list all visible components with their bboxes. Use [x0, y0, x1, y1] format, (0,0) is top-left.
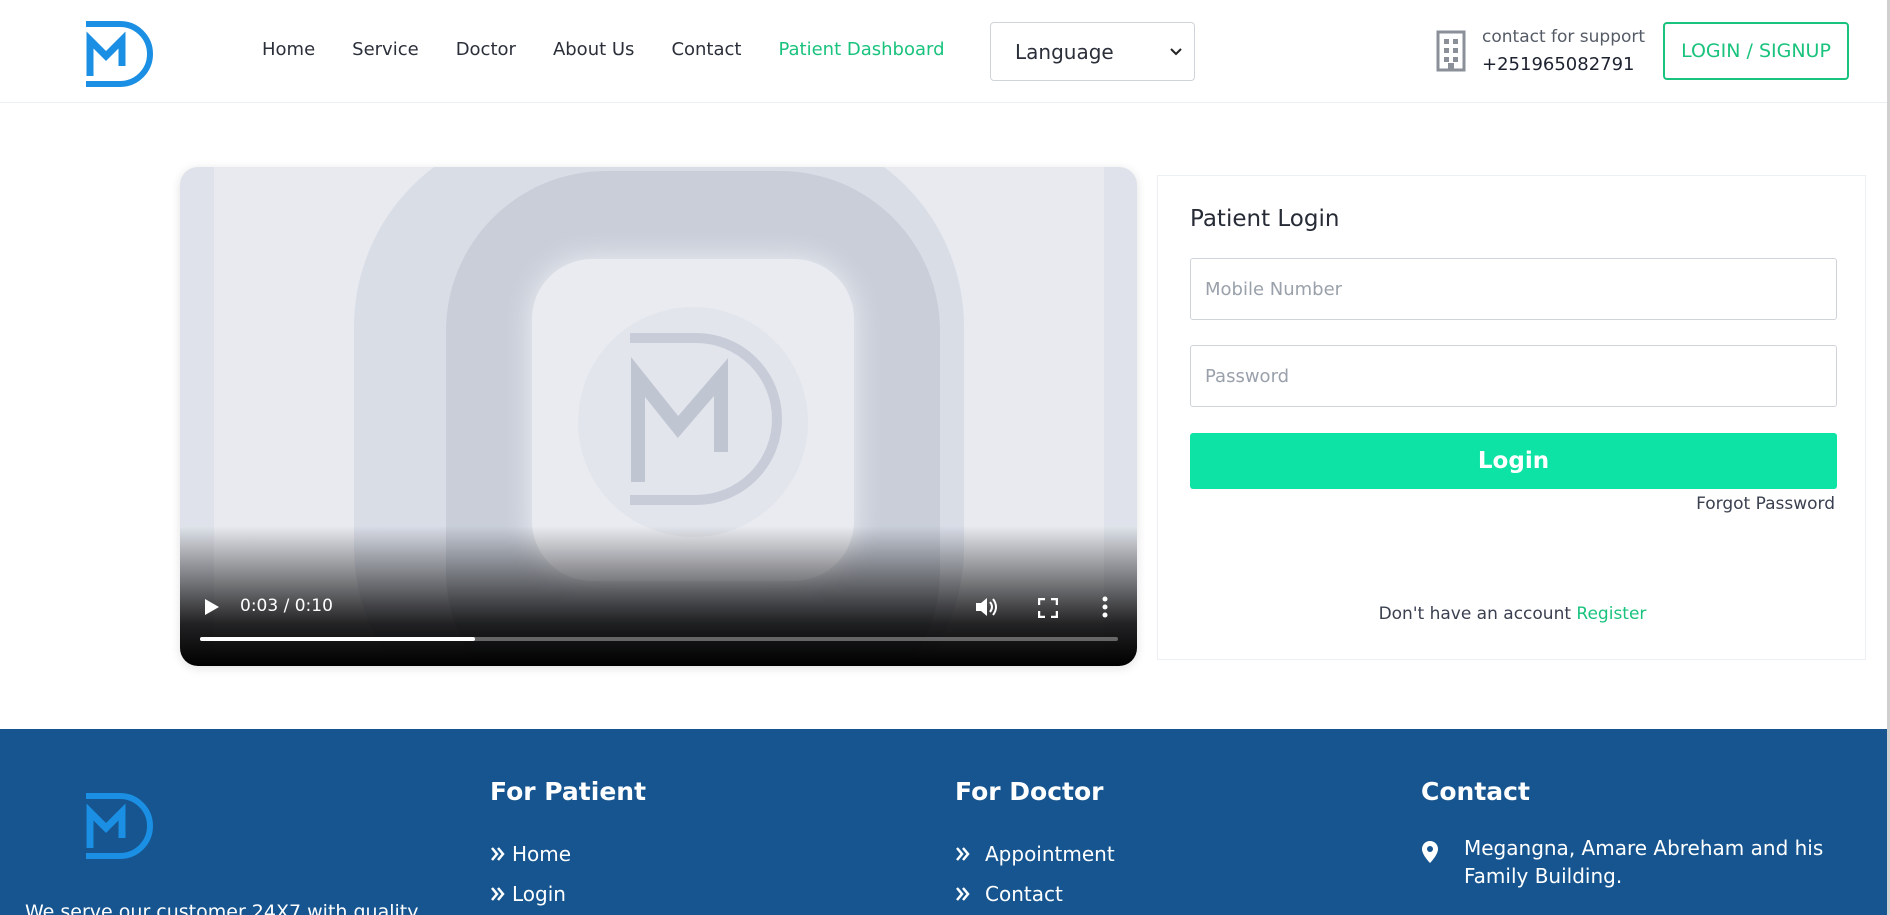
footer-for-doctor: For Doctor Appointment Contact [955, 776, 1115, 914]
address-line-1: Megangna, Amare Abreham and his [1464, 836, 1824, 860]
no-account-text: Don't have an account [1378, 604, 1572, 624]
double-chevron-right-icon [956, 847, 970, 861]
site-footer: We serve our customer 24X7 with quality … [0, 729, 1887, 915]
footer-contact: Contact Megangna, Amare Abreham and his … [1421, 776, 1824, 890]
footer-contact-title: Contact [1421, 777, 1530, 806]
login-title: Patient Login [1190, 206, 1340, 232]
intro-video-player[interactable]: 0:03 / 0:10 [180, 167, 1137, 666]
support-label: contact for support [1482, 27, 1646, 47]
video-time: 0:03 / 0:10 [240, 596, 333, 616]
mobile-number-input[interactable] [1190, 258, 1837, 320]
register-link[interactable]: Register [1576, 604, 1646, 624]
volume-icon[interactable] [975, 596, 999, 618]
footer-link-label: Contact [985, 882, 1063, 906]
video-controls: 0:03 / 0:10 [180, 586, 1137, 666]
register-prompt: Don't have an account Register [1158, 604, 1867, 624]
footer-link-label: Appointment [985, 842, 1115, 866]
footer-address: Megangna, Amare Abreham and his Family B… [1421, 834, 1824, 890]
nav-service[interactable]: Service [352, 38, 419, 62]
double-chevron-right-icon [491, 847, 505, 861]
md-logo-icon[interactable] [82, 792, 156, 860]
md-logo-icon[interactable] [82, 20, 156, 88]
footer-for-patient: For Patient Home Login [490, 776, 646, 914]
play-icon[interactable] [204, 598, 220, 616]
chevron-down-icon [1170, 47, 1182, 55]
site-header: Home Service Doctor About Us Contact Pat… [0, 0, 1890, 103]
login-signup-button[interactable]: LOGIN / SIGNUP [1663, 22, 1849, 80]
nav-about-us[interactable]: About Us [553, 38, 635, 62]
nav-patient-dashboard[interactable]: Patient Dashboard [778, 38, 944, 62]
support-contact: contact for support +251965082791 [1434, 26, 1645, 78]
double-chevron-right-icon [491, 887, 505, 901]
support-phone[interactable]: +251965082791 [1482, 52, 1645, 78]
video-progress-fill [200, 637, 476, 641]
footer-link-label: Login [512, 882, 566, 906]
nav-doctor[interactable]: Doctor [456, 38, 516, 62]
footer-link-label: Home [512, 842, 572, 866]
md-logo-watermark-icon [630, 333, 782, 505]
fullscreen-icon[interactable] [1038, 598, 1058, 618]
building-icon [1436, 30, 1466, 72]
double-chevron-right-icon [956, 887, 970, 901]
forgot-password-link[interactable]: Forgot Password [1696, 494, 1835, 514]
footer-link-contact[interactable]: Contact [955, 874, 1115, 914]
footer-link-login[interactable]: Login [490, 874, 646, 914]
patient-login-card: Patient Login Login Forgot Password Don'… [1157, 175, 1866, 660]
footer-link-home[interactable]: Home [490, 834, 646, 874]
language-select-value: Language [1015, 39, 1114, 64]
more-options-icon[interactable] [1102, 596, 1108, 618]
footer-for-patient-title: For Patient [490, 777, 647, 806]
nav-contact[interactable]: Contact [671, 38, 741, 62]
login-submit-button[interactable]: Login [1190, 433, 1837, 489]
footer-tagline: We serve our customer 24X7 with quality [25, 901, 419, 915]
map-pin-icon [1422, 841, 1438, 863]
password-input[interactable] [1190, 345, 1837, 407]
main-nav: Home Service Doctor About Us Contact Pat… [262, 38, 982, 62]
address-line-2: Family Building. [1464, 864, 1623, 888]
footer-link-appointment[interactable]: Appointment [955, 834, 1115, 874]
video-progress-bar[interactable] [200, 637, 1118, 641]
language-select[interactable]: Language [990, 22, 1195, 81]
footer-for-doctor-title: For Doctor [955, 777, 1104, 806]
nav-home[interactable]: Home [262, 38, 315, 62]
